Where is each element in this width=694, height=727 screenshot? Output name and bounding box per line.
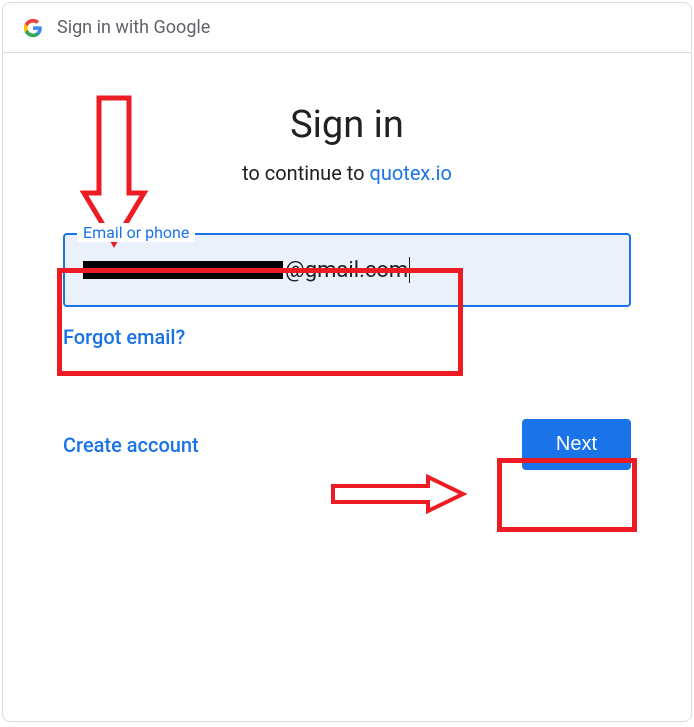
header-title: Sign in with Google bbox=[57, 17, 210, 38]
text-cursor-icon bbox=[409, 257, 410, 283]
next-button[interactable]: Next bbox=[522, 419, 631, 470]
email-suffix: @gmail.com bbox=[285, 258, 408, 283]
create-account-link[interactable]: Create account bbox=[63, 433, 199, 457]
subtitle-prefix: to continue to bbox=[242, 161, 369, 185]
dialog-content: Sign in to continue to quotex.io Email o… bbox=[3, 53, 691, 470]
redacted-text bbox=[83, 261, 283, 279]
google-logo-icon bbox=[23, 18, 43, 38]
signin-dialog: Sign in with Google Sign in to continue … bbox=[2, 2, 692, 722]
subtitle: to continue to quotex.io bbox=[63, 161, 631, 185]
forgot-email-link[interactable]: Forgot email? bbox=[63, 325, 185, 349]
page-title: Sign in bbox=[63, 103, 631, 147]
dialog-header: Sign in with Google bbox=[3, 3, 691, 53]
email-label: Email or phone bbox=[77, 223, 195, 242]
email-field[interactable]: @gmail.com bbox=[63, 233, 631, 307]
email-input-wrapper: Email or phone @gmail.com bbox=[63, 233, 631, 307]
actions-row: Create account Next bbox=[63, 419, 631, 470]
annotation-arrow-right-icon bbox=[328, 474, 468, 514]
forgot-email-row: Forgot email? bbox=[63, 325, 631, 349]
continue-to-link[interactable]: quotex.io bbox=[369, 161, 451, 185]
